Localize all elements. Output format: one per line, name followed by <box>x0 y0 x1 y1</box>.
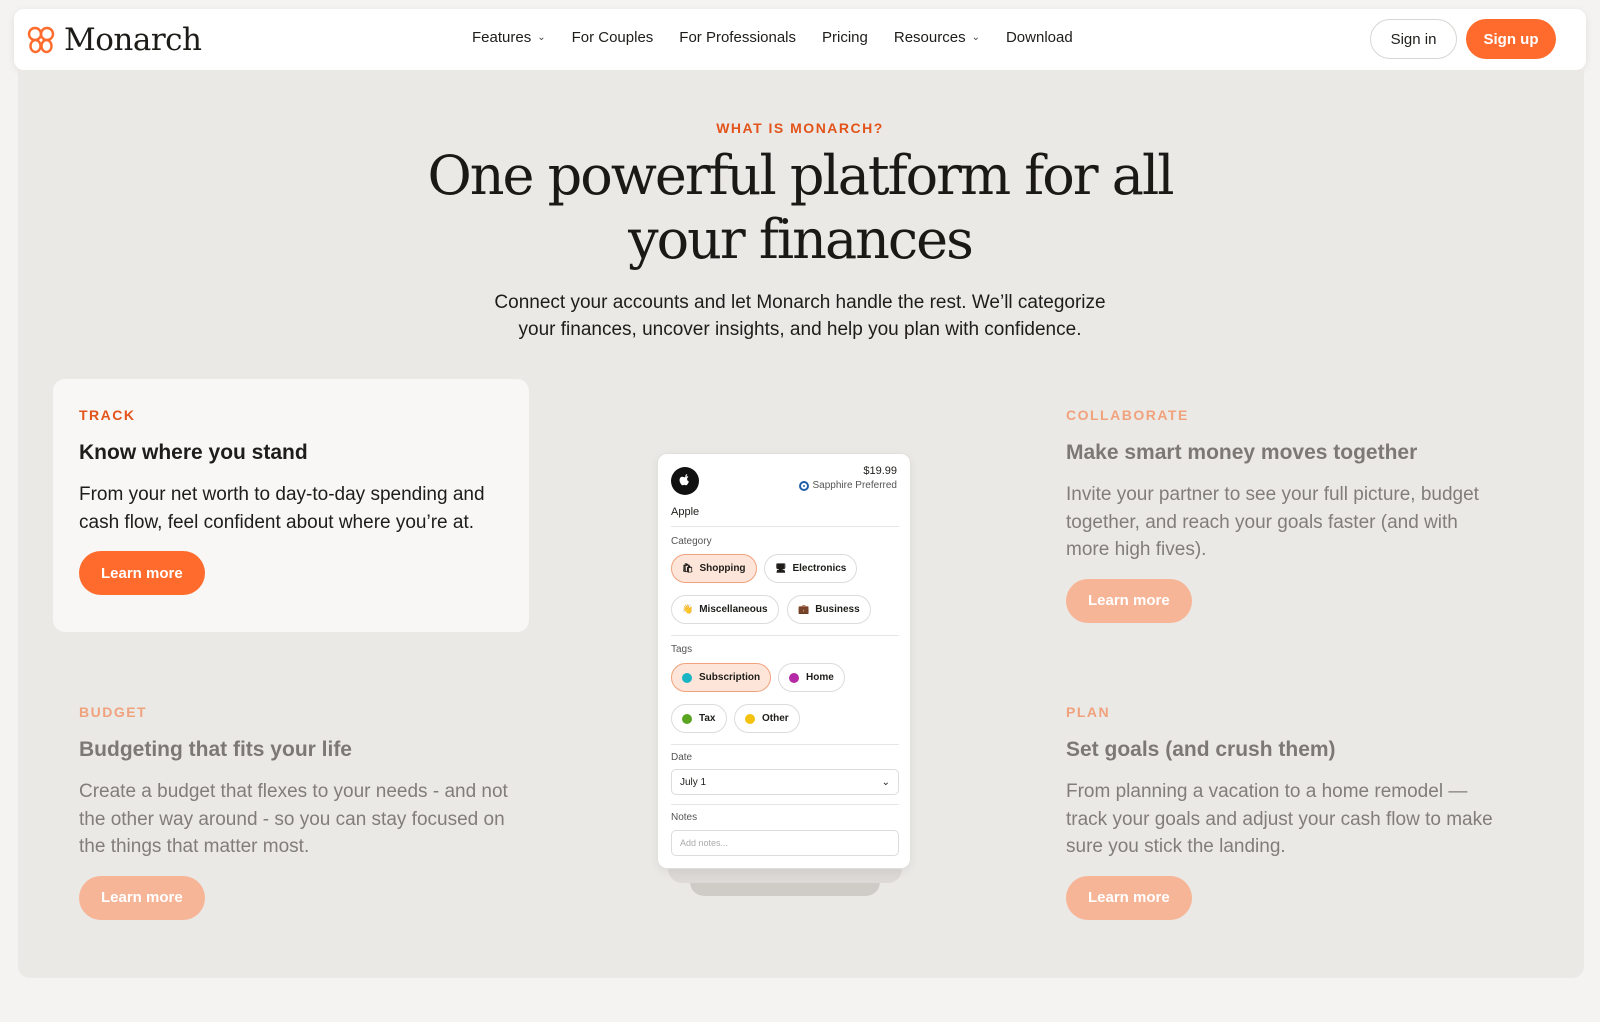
headline-line-2: your finances <box>628 208 974 271</box>
waving-hand-icon: 👋 <box>682 604 694 614</box>
tag-chip-subscription[interactable]: Subscription <box>671 663 772 692</box>
tag-chip-tax[interactable]: Tax <box>671 704 727 733</box>
subtext-line-1: Connect your accounts and let Monarch ha… <box>494 292 1106 313</box>
feature-title: Make smart money moves together <box>1066 441 1418 464</box>
notes-input[interactable]: Add notes... <box>671 830 899 856</box>
feature-description: Create a budget that flexes to your need… <box>79 781 508 857</box>
feature-label: TRACK <box>79 407 136 423</box>
category-chip-electronics[interactable]: 🖥 Electronics <box>764 554 858 583</box>
nav-link-features[interactable]: Features ⌄ <box>472 29 546 46</box>
briefcase-icon: 💼 <box>798 604 810 614</box>
section-subtext: Connect your accounts and let Monarch ha… <box>0 289 1600 343</box>
nav-link-pricing[interactable]: Pricing <box>822 29 868 46</box>
feature-label: COLLABORATE <box>1066 407 1189 423</box>
headline-line-1: One powerful platform for all <box>427 144 1174 207</box>
feature-title: Budgeting that fits your life <box>79 738 352 761</box>
shopping-bags-icon: 🛍 <box>682 563 694 573</box>
date-label: Date <box>671 752 693 763</box>
feature-description: From your net worth to day-to-day spendi… <box>79 484 485 533</box>
chip-label: Business <box>815 604 860 615</box>
top-nav: Monarch Features ⌄ For Couples For Profes… <box>14 9 1586 70</box>
category-chip-miscellaneous[interactable]: 👋 Miscellaneous <box>671 595 779 624</box>
nav-link-for-professionals[interactable]: For Professionals <box>679 29 796 46</box>
date-value: July 1 <box>680 776 707 788</box>
feature-collaborate[interactable]: COLLABORATE Make smart money moves toget… <box>1066 407 1486 623</box>
feature-label: PLAN <box>1066 704 1111 720</box>
tag-color-dot <box>789 672 799 683</box>
account-name: Sapphire Preferred <box>798 480 898 491</box>
butterfly-logo-icon <box>27 26 55 54</box>
feature-label: BUDGET <box>79 704 148 720</box>
chip-label: Miscellaneous <box>699 604 768 615</box>
sign-in-button[interactable]: Sign in <box>1370 19 1457 59</box>
category-label: Category <box>671 536 712 547</box>
feature-title: Know where you stand <box>79 441 308 464</box>
chip-label: Electronics <box>792 563 847 574</box>
feature-title: Set goals (and crush them) <box>1066 738 1336 761</box>
nav-link-download[interactable]: Download <box>1006 29 1073 46</box>
divider <box>671 744 899 745</box>
learn-more-button[interactable]: Learn more <box>1066 875 1192 920</box>
nav-link-label: Resources <box>893 29 966 46</box>
logo-text: Monarch <box>64 22 202 58</box>
tags-label: Tags <box>671 644 693 655</box>
learn-more-button[interactable]: Learn more <box>79 875 205 920</box>
feature-plan[interactable]: PLAN Set goals (and crush them) From pla… <box>1066 704 1496 920</box>
feature-track: TRACK Know where you stand From your net… <box>79 407 519 595</box>
nav-link-label: For Professionals <box>679 29 797 46</box>
transaction-amount: $19.99 <box>863 465 897 477</box>
divider <box>671 526 899 527</box>
nav-link-label: For Couples <box>571 29 654 46</box>
nav-link-label: Pricing <box>822 29 868 46</box>
nav-link-label: Download <box>1005 29 1073 46</box>
nav-link-resources[interactable]: Resources ⌄ <box>894 29 980 46</box>
transaction-detail-mockup: Apple $19.99 Sapphire Preferred Category… <box>657 453 911 869</box>
tag-chip-home[interactable]: Home <box>778 663 845 692</box>
chevron-down-icon: ⌄ <box>881 776 890 788</box>
tag-chip-other[interactable]: Other <box>734 704 800 733</box>
nav-links: Features ⌄ For Couples For Professionals … <box>472 29 1099 46</box>
merchant-name: Apple <box>671 506 700 518</box>
sign-up-button[interactable]: Sign up <box>1466 19 1556 59</box>
feature-description: Invite your partner to see your full pic… <box>1066 484 1479 560</box>
feature-description: From planning a vacation to a home remod… <box>1066 781 1493 857</box>
chip-label: Shopping <box>699 563 746 574</box>
nav-link-label: Features <box>472 29 532 46</box>
divider <box>671 804 899 805</box>
section-eyebrow: WHAT IS MONARCH? <box>716 120 884 136</box>
feature-budget[interactable]: BUDGET Budgeting that fits your life Cre… <box>79 704 509 920</box>
apple-logo-icon <box>671 467 699 495</box>
account-label: Sapphire Preferred <box>812 480 898 491</box>
subtext-line-2: your finances, uncover insights, and hel… <box>518 319 1082 340</box>
divider <box>671 635 899 636</box>
chip-label: Tax <box>699 713 716 724</box>
category-chip-shopping[interactable]: 🛍 Shopping <box>671 554 757 583</box>
learn-more-button[interactable]: Learn more <box>1066 578 1192 623</box>
category-chip-business[interactable]: 💼 Business <box>787 595 871 624</box>
chip-label: Subscription <box>699 672 761 683</box>
nav-link-for-couples[interactable]: For Couples <box>572 29 654 46</box>
logo[interactable]: Monarch <box>26 22 202 58</box>
tag-color-dot <box>682 672 692 683</box>
apple-glyph-icon <box>679 474 689 486</box>
learn-more-button[interactable]: Learn more <box>79 551 205 595</box>
monitor-icon: 🖥 <box>775 563 787 573</box>
section-headline: One powerful platform for all your finan… <box>0 144 1600 272</box>
account-icon <box>798 480 809 491</box>
notes-label: Notes <box>671 812 698 823</box>
tag-color-dot <box>745 713 755 724</box>
date-select[interactable]: July 1 ⌄ <box>671 769 899 795</box>
chip-label: Home <box>806 672 834 683</box>
tag-color-dot <box>682 713 692 724</box>
chevron-down-icon: ⌄ <box>537 32 546 43</box>
chip-label: Other <box>762 713 789 724</box>
chevron-down-icon: ⌄ <box>971 32 980 43</box>
